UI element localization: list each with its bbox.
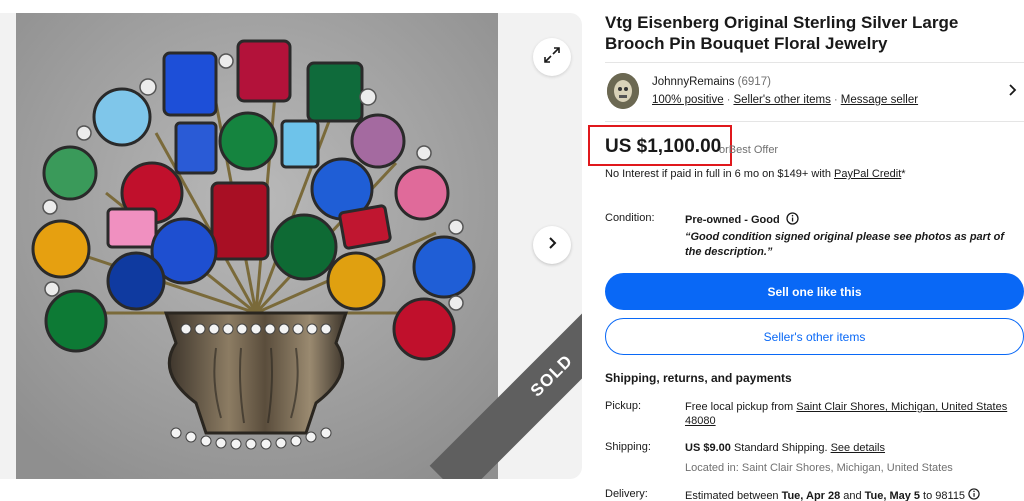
condition-value: Pre-owned - Good bbox=[685, 214, 780, 226]
seller-feedback-count: (6917) bbox=[737, 76, 771, 88]
expand-icon bbox=[543, 46, 561, 69]
price: US $1,100.00 bbox=[605, 136, 722, 157]
chevron-right-icon[interactable] bbox=[1008, 83, 1018, 102]
seller-positive-link[interactable]: 100% positive bbox=[652, 94, 724, 106]
condition-value-row: Pre-owned - Good bbox=[685, 212, 799, 228]
shipping-label: Shipping: bbox=[605, 441, 651, 453]
seller-other-items-link[interactable]: Seller's other items bbox=[733, 94, 830, 106]
next-image-button[interactable] bbox=[533, 226, 571, 264]
best-offer-note: orBest Offer bbox=[719, 144, 778, 156]
financing-suffix: * bbox=[901, 168, 906, 180]
sellers-other-items-button[interactable]: Seller's other items bbox=[605, 318, 1024, 355]
seller-avatar[interactable] bbox=[607, 73, 639, 109]
chevron-right-icon bbox=[545, 236, 559, 255]
expand-image-button[interactable] bbox=[533, 38, 571, 76]
condition-quote: “Good condition signed original please s… bbox=[685, 231, 1005, 258]
pickup-label: Pickup: bbox=[605, 400, 642, 412]
info-icon[interactable] bbox=[786, 212, 799, 228]
pickup-text: Free local pickup from bbox=[685, 401, 794, 413]
condition-description: “Good condition signed original please s… bbox=[685, 230, 1015, 260]
seller-card[interactable]: JohnnyRemains (6917) 100% positive · Selle… bbox=[605, 62, 1024, 122]
financing-note: No Interest if paid in full in 6 mo on $… bbox=[605, 168, 906, 180]
paypal-credit-link[interactable]: PayPal Credit bbox=[834, 168, 901, 180]
sell-one-like-this-button[interactable]: Sell one like this bbox=[605, 273, 1024, 310]
delivery-zip: to 98115 bbox=[923, 490, 966, 501]
seller-name[interactable]: JohnnyRemains bbox=[652, 76, 734, 88]
separator-dot: · bbox=[726, 94, 731, 106]
delivery-start: Tue, Apr 28 bbox=[781, 490, 841, 501]
best-offer-prefix: or bbox=[719, 144, 729, 156]
product-photo[interactable] bbox=[16, 13, 498, 479]
sold-label: SOLD bbox=[526, 350, 577, 401]
listing-details: Vtg Eisenberg Original Sterling Silver L… bbox=[605, 12, 1024, 54]
delivery-and: and bbox=[843, 490, 862, 501]
shipping-method: Standard Shipping. bbox=[733, 442, 828, 454]
seller-links: 100% positive · Seller's other items · Messa… bbox=[652, 94, 918, 106]
delivery-value: Estimated between Tue, Apr 28 and Tue, M… bbox=[685, 488, 1015, 501]
best-offer-label: Best Offer bbox=[728, 144, 779, 156]
delivery-label: Delivery: bbox=[605, 488, 648, 500]
listing-page: SOLD Vtg Eisenberg Original Sterling Sil… bbox=[0, 0, 1024, 501]
financing-text: No Interest if paid in full in 6 mo on $… bbox=[605, 168, 831, 180]
see-details-link[interactable]: See details bbox=[831, 442, 885, 454]
delivery-prefix: Estimated between bbox=[685, 490, 779, 501]
image-gallery: SOLD bbox=[0, 13, 582, 479]
located-in: Located in: Saint Clair Shores, Michigan… bbox=[685, 462, 953, 474]
shipping-heading: Shipping, returns, and payments bbox=[605, 371, 792, 385]
seller-name-row: JohnnyRemains (6917) bbox=[652, 76, 771, 88]
info-icon[interactable] bbox=[968, 488, 980, 501]
shipping-value: US $9.00 Standard Shipping. See details bbox=[685, 441, 1015, 455]
shipping-cost: US $9.00 bbox=[685, 442, 731, 454]
delivery-end: Tue, May 5 bbox=[864, 490, 921, 501]
message-seller-link[interactable]: Message seller bbox=[841, 94, 918, 106]
separator-dot: · bbox=[833, 94, 838, 106]
pickup-value: Free local pickup from Saint Clair Shore… bbox=[685, 400, 1015, 428]
listing-title: Vtg Eisenberg Original Sterling Silver L… bbox=[605, 13, 959, 53]
condition-label: Condition: bbox=[605, 212, 655, 224]
